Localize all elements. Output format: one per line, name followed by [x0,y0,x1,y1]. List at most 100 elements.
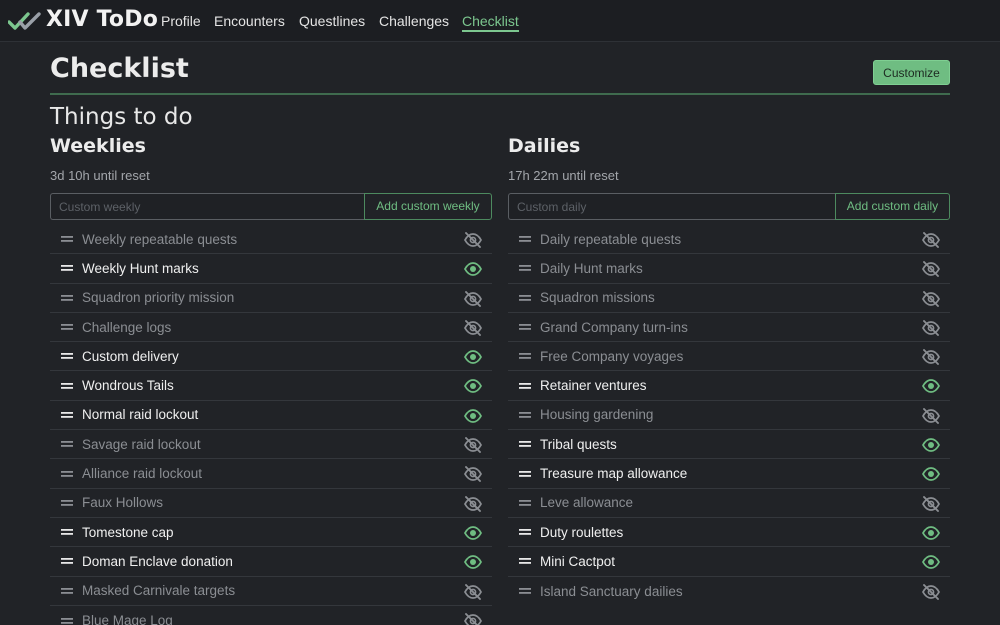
drag-handle-icon[interactable] [50,459,82,488]
weekly-item: Challenge logs [50,313,492,343]
eye-slash-icon[interactable] [464,232,482,248]
page-title: Checklist [50,53,189,84]
daily-item: Tribal quests [508,430,950,460]
eye-slash-icon[interactable] [922,290,940,307]
weekly-item: Faux Hollows [50,489,492,518]
drag-handle-icon[interactable] [50,518,82,547]
drag-handle-icon[interactable] [508,254,540,283]
drag-handle-icon[interactable] [508,342,540,371]
drag-handle-icon[interactable] [50,430,82,459]
weekly-item-label: Alliance raid lockout [82,466,203,482]
eye-icon[interactable] [922,525,940,541]
weekly-item: Tomestone cap [50,518,492,548]
brand-name[interactable]: XIV ToDo [46,6,158,34]
nav-link-questlines[interactable]: Questlines [299,12,365,30]
drag-handle-icon[interactable] [508,518,540,547]
drag-handle-icon[interactable] [508,547,540,576]
eye-icon[interactable] [464,525,482,541]
nav-link-profile[interactable]: Profile [161,12,201,30]
section-heading: Things to do [50,104,193,130]
weekly-item: Wondrous Tails [50,371,492,401]
eye-slash-icon[interactable] [922,349,940,366]
weekly-item-label: Faux Hollows [82,495,164,511]
nav-link-encounters[interactable]: Encounters [214,12,285,30]
daily-item: Housing gardening [508,400,950,431]
add-custom-weekly-button[interactable]: Add custom weekly [364,193,492,220]
daily-item: Duty roulettes [508,518,950,548]
nav-link-checklist[interactable]: Checklist [462,12,519,32]
eye-icon[interactable] [922,554,940,570]
dailies-reset-timer: 17h 22m until reset [508,168,619,183]
daily-item: Mini Cactpot [508,547,950,577]
weekly-item: Alliance raid lockout [50,459,492,489]
eye-slash-icon[interactable] [464,319,482,336]
dailies-column: Dailies 17h 22m until reset Add custom d… [508,132,950,600]
daily-item-label: Island Sanctuary dailies [540,583,683,599]
drag-handle-icon[interactable] [50,254,82,283]
add-custom-daily-button[interactable]: Add custom daily [835,193,950,220]
double-check-logo-icon[interactable] [8,8,42,34]
daily-item-label: Duty roulettes [540,524,624,540]
drag-handle-icon[interactable] [508,371,540,400]
drag-handle-icon[interactable] [50,576,82,605]
eye-icon[interactable] [464,554,482,570]
eye-icon[interactable] [922,437,940,453]
drag-handle-icon[interactable] [508,430,540,459]
eye-icon[interactable] [922,378,940,394]
eye-slash-icon[interactable] [922,407,940,424]
drag-handle-icon[interactable] [508,577,540,606]
drag-handle-icon[interactable] [50,342,82,371]
eye-slash-icon[interactable] [464,466,482,483]
weekly-item: Doman Enclave donation [50,547,492,577]
eye-slash-icon[interactable] [922,261,940,278]
eye-slash-icon[interactable] [464,612,482,625]
weekly-item-label: Squadron priority mission [82,290,235,306]
drag-handle-icon[interactable] [50,283,82,312]
add-weekly-row: Add custom weekly [50,193,492,220]
daily-item: Daily repeatable quests [508,225,950,255]
weekly-item: Squadron priority mission [50,284,492,313]
drag-handle-icon[interactable] [508,488,540,517]
drag-handle-icon[interactable] [50,371,82,400]
eye-slash-icon[interactable] [922,232,940,248]
daily-item-label: Tribal quests [540,436,617,452]
weekly-item-label: Weekly Hunt marks [82,260,199,276]
weekly-item-label: Tomestone cap [82,524,174,540]
drag-handle-icon[interactable] [508,313,540,342]
drag-handle-icon[interactable] [50,400,82,429]
eye-icon[interactable] [922,466,940,482]
eye-slash-icon[interactable] [464,437,482,454]
eye-slash-icon[interactable] [922,319,940,336]
drag-handle-icon[interactable] [508,459,540,488]
weeklies-title: Weeklies [50,135,146,157]
weekly-item: Masked Carnivale targets [50,577,492,606]
eye-slash-icon[interactable] [922,495,940,512]
daily-item-label: Daily Hunt marks [540,260,643,276]
eye-slash-icon[interactable] [464,583,482,600]
weekly-item: Custom delivery [50,342,492,372]
drag-handle-icon[interactable] [50,606,82,625]
weeklies-column: Weeklies 3d 10h until reset Add custom w… [50,132,492,625]
drag-handle-icon[interactable] [508,225,540,254]
eye-slash-icon[interactable] [464,495,482,512]
drag-handle-icon[interactable] [508,283,540,312]
drag-handle-icon[interactable] [50,225,82,254]
weekly-item-label: Wondrous Tails [82,378,174,394]
drag-handle-icon[interactable] [50,547,82,576]
customize-button[interactable]: Customize [873,60,950,85]
drag-handle-icon[interactable] [50,313,82,342]
eye-icon[interactable] [464,349,482,365]
eye-icon[interactable] [464,261,482,277]
daily-item-label: Mini Cactpot [540,553,616,569]
daily-item-label: Free Company voyages [540,348,684,364]
custom-daily-input[interactable] [508,193,835,220]
eye-slash-icon[interactable] [464,290,482,307]
drag-handle-icon[interactable] [50,488,82,517]
custom-weekly-input[interactable] [50,193,364,220]
eye-icon[interactable] [464,408,482,424]
eye-slash-icon[interactable] [922,583,940,600]
eye-icon[interactable] [464,378,482,394]
nav-link-challenges[interactable]: Challenges [379,12,449,30]
drag-handle-icon[interactable] [508,400,540,429]
weekly-item-label: Custom delivery [82,348,179,364]
